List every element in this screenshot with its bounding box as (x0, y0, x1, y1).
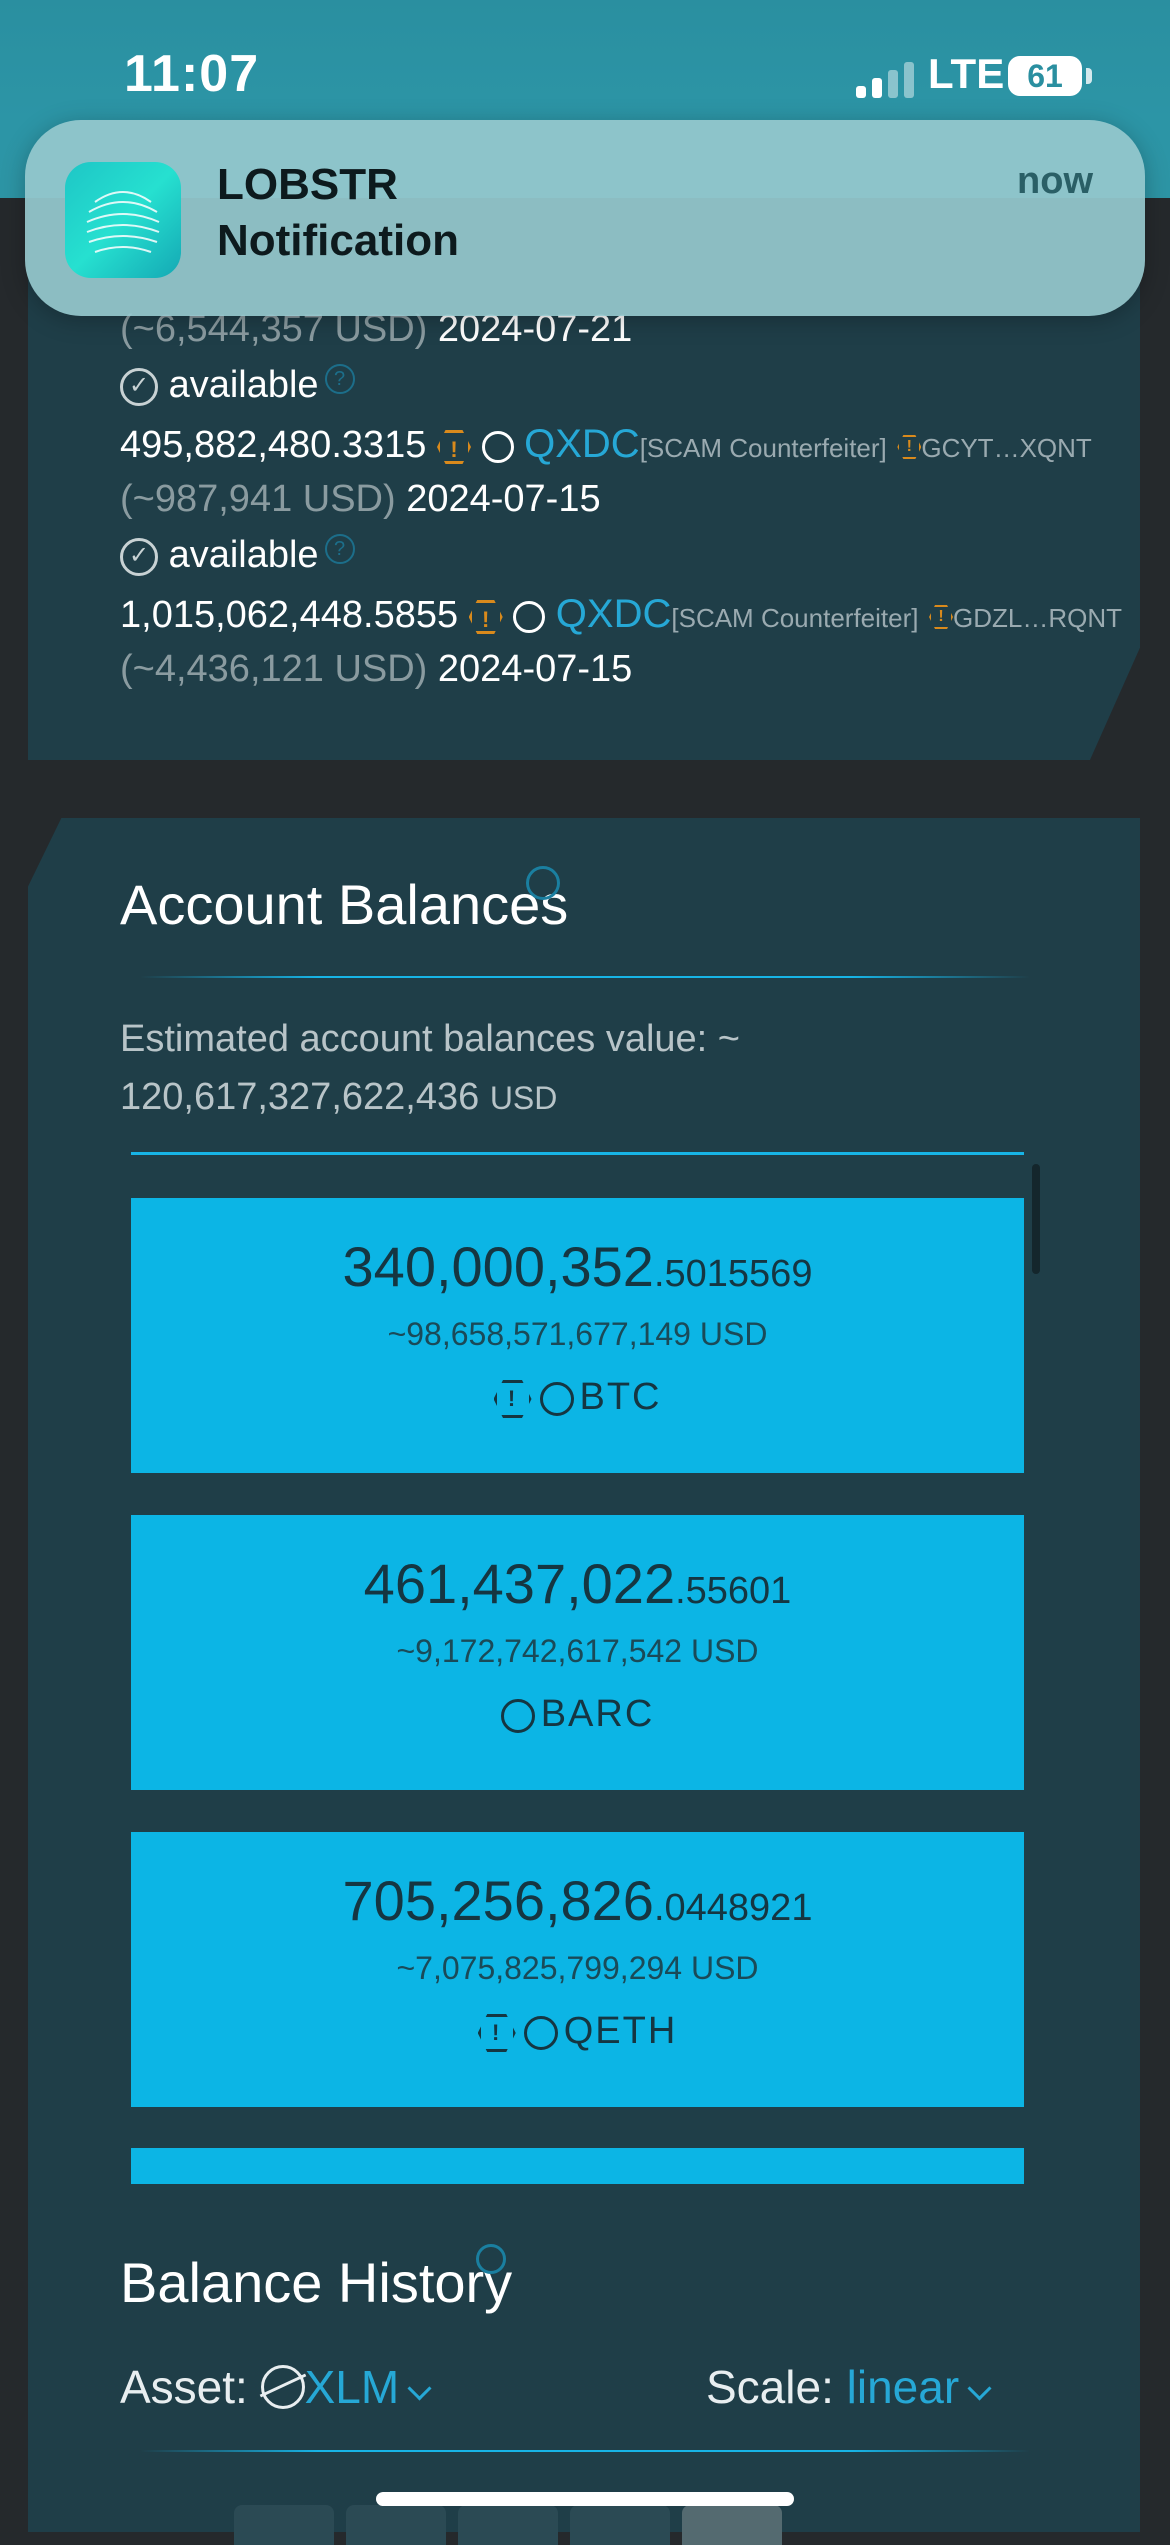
estimate-label: Estimated account balances value: ~ (120, 1018, 740, 1060)
balance-amount: 461,437,022.55601 (131, 1551, 1024, 1616)
check-circle-icon: ✓ (120, 367, 158, 406)
scam-tag: [SCAM Counterfeiter] (639, 433, 887, 463)
scale-value: linear (846, 2361, 960, 2413)
offer-usd: (~4,436,121 USD) (120, 648, 428, 690)
chevron-down-icon (967, 2376, 992, 2401)
lobstr-app-icon (65, 162, 181, 278)
warning-hex-icon: ! (929, 604, 954, 629)
offer-amount: 495,882,480.3315 (120, 424, 427, 466)
range-tab[interactable] (346, 2505, 446, 2545)
balance-card-partial[interactable] (131, 2148, 1024, 2184)
divider (140, 2450, 1030, 2452)
balance-asset: BARC (131, 1693, 1024, 1736)
balance-usd: ~98,658,571,677,149 USD (387, 1316, 768, 1352)
offer-row-0-status: ✓ available? (120, 364, 355, 407)
balance-asset: ! QETH (131, 2010, 1024, 2053)
balance-amount: 705,256,826.0448921 (131, 1868, 1024, 1933)
offer-amount: 1,015,062,448.5855 (120, 594, 459, 636)
asset-label: Asset: (120, 2361, 248, 2413)
help-icon[interactable]: ? (324, 364, 355, 394)
divider (140, 976, 1030, 978)
offer-status: available (168, 534, 319, 576)
notification-message: Notification (217, 216, 459, 265)
balance-history-title: Balance History (120, 2251, 513, 2314)
notification-time: now (1017, 160, 1093, 202)
balance-usd: ~7,075,825,799,294 USD (396, 1950, 759, 1986)
eye-toggle-icon[interactable] (476, 2244, 506, 2274)
offer-row-2: 1,015,062,448.5855 ! QXDC[SCAM Counterfe… (120, 592, 1122, 637)
issuer-link[interactable]: GCYT…XQNT (921, 433, 1091, 463)
offer-row-2-usd: (~4,436,121 USD) 2024-07-15 (120, 648, 632, 691)
battery-nub (1086, 68, 1092, 84)
balance-card-qeth[interactable]: 705,256,826.0448921 ~7,075,825,799,294 U… (131, 1832, 1024, 2107)
eye-toggle-icon[interactable] (526, 866, 560, 900)
balance-card-barc[interactable]: 461,437,022.55601 ~9,172,742,617,542 USD… (131, 1515, 1024, 1790)
chevron-down-icon (407, 2376, 432, 2401)
asset-circle-icon (539, 1381, 574, 1416)
balance-int: 705,256,826 (342, 1869, 654, 1932)
notification-banner[interactable]: LOBSTR Notification now (25, 120, 1145, 316)
asset-selector[interactable]: Asset: XLM (120, 2360, 432, 2414)
asset-circle-icon (481, 430, 514, 463)
warning-hex-icon: ! (477, 2013, 516, 2052)
notification-app-name: LOBSTR (217, 160, 398, 209)
network-label: LTE (928, 50, 1005, 97)
home-indicator[interactable] (376, 2492, 794, 2506)
range-tab[interactable] (458, 2505, 558, 2545)
balance-card-btc[interactable]: 340,000,352.5015569 ~98,658,571,677,149 … (131, 1198, 1024, 1473)
scrollbar[interactable] (1032, 1164, 1040, 1274)
balance-dec: .55601 (675, 1570, 792, 1612)
status-time: 11:07 (124, 45, 260, 103)
issuer-link[interactable]: GDZL…RQNT (953, 603, 1122, 633)
balance-dec: .0448921 (653, 1887, 813, 1929)
check-circle-icon: ✓ (120, 537, 158, 576)
asset-value: XLM (304, 2361, 400, 2413)
warning-hex-icon: ! (493, 1379, 532, 1418)
balance-dec: .5015569 (653, 1253, 813, 1295)
estimate-unit: USD (489, 1080, 558, 1116)
signal-icon (856, 58, 916, 98)
asset-circle-icon (523, 2015, 558, 2050)
balance-amount: 340,000,352.5015569 (131, 1234, 1024, 1299)
range-tab-active[interactable] (682, 2505, 782, 2545)
asset-circle-icon (500, 1698, 535, 1733)
offer-usd: (~987,941 USD) (120, 478, 396, 520)
account-balances-title: Account Balances (120, 873, 569, 936)
help-icon[interactable]: ? (324, 534, 355, 564)
offer-row-1-status: ✓ available? (120, 534, 355, 577)
asset-code: QETH (563, 2010, 678, 2052)
balance-asset: ! BTC (131, 1376, 1024, 1419)
warning-hex-icon: ! (468, 599, 503, 634)
offer-asset-link[interactable]: QXDC (524, 422, 640, 466)
stellar-icon (259, 2365, 306, 2409)
offer-row-1-usd: (~987,941 USD) 2024-07-15 (120, 478, 601, 521)
range-tabs (120, 2505, 1020, 2545)
scale-selector[interactable]: Scale: linear (706, 2360, 992, 2414)
divider (131, 1152, 1024, 1155)
balance-usd: ~9,172,742,617,542 USD (396, 1633, 759, 1669)
balance-int: 461,437,022 (363, 1552, 676, 1615)
battery-icon: 61 (1008, 56, 1082, 96)
warning-hex-icon: ! (436, 429, 471, 464)
asset-circle-icon (513, 600, 546, 633)
estimate-value: 120,617,327,622,436 (120, 1076, 480, 1118)
asset-code: BARC (540, 1693, 655, 1735)
offer-asset-link[interactable]: QXDC (556, 592, 672, 636)
scam-tag: [SCAM Counterfeiter] (671, 603, 919, 633)
estimated-balance: Estimated account balances value: ~ 120,… (120, 1010, 820, 1127)
scale-label: Scale: (706, 2361, 834, 2413)
range-tab[interactable] (234, 2505, 334, 2545)
balance-int: 340,000,352 (342, 1235, 654, 1298)
asset-code: BTC (579, 1376, 662, 1418)
range-tab[interactable] (570, 2505, 670, 2545)
offer-row-1: 495,882,480.3315 ! QXDC[SCAM Counterfeit… (120, 422, 1092, 467)
warning-hex-icon: ! (897, 434, 922, 459)
offer-status: available (168, 364, 319, 406)
offer-date: 2024-07-15 (437, 648, 633, 690)
offer-date: 2024-07-15 (406, 478, 601, 520)
